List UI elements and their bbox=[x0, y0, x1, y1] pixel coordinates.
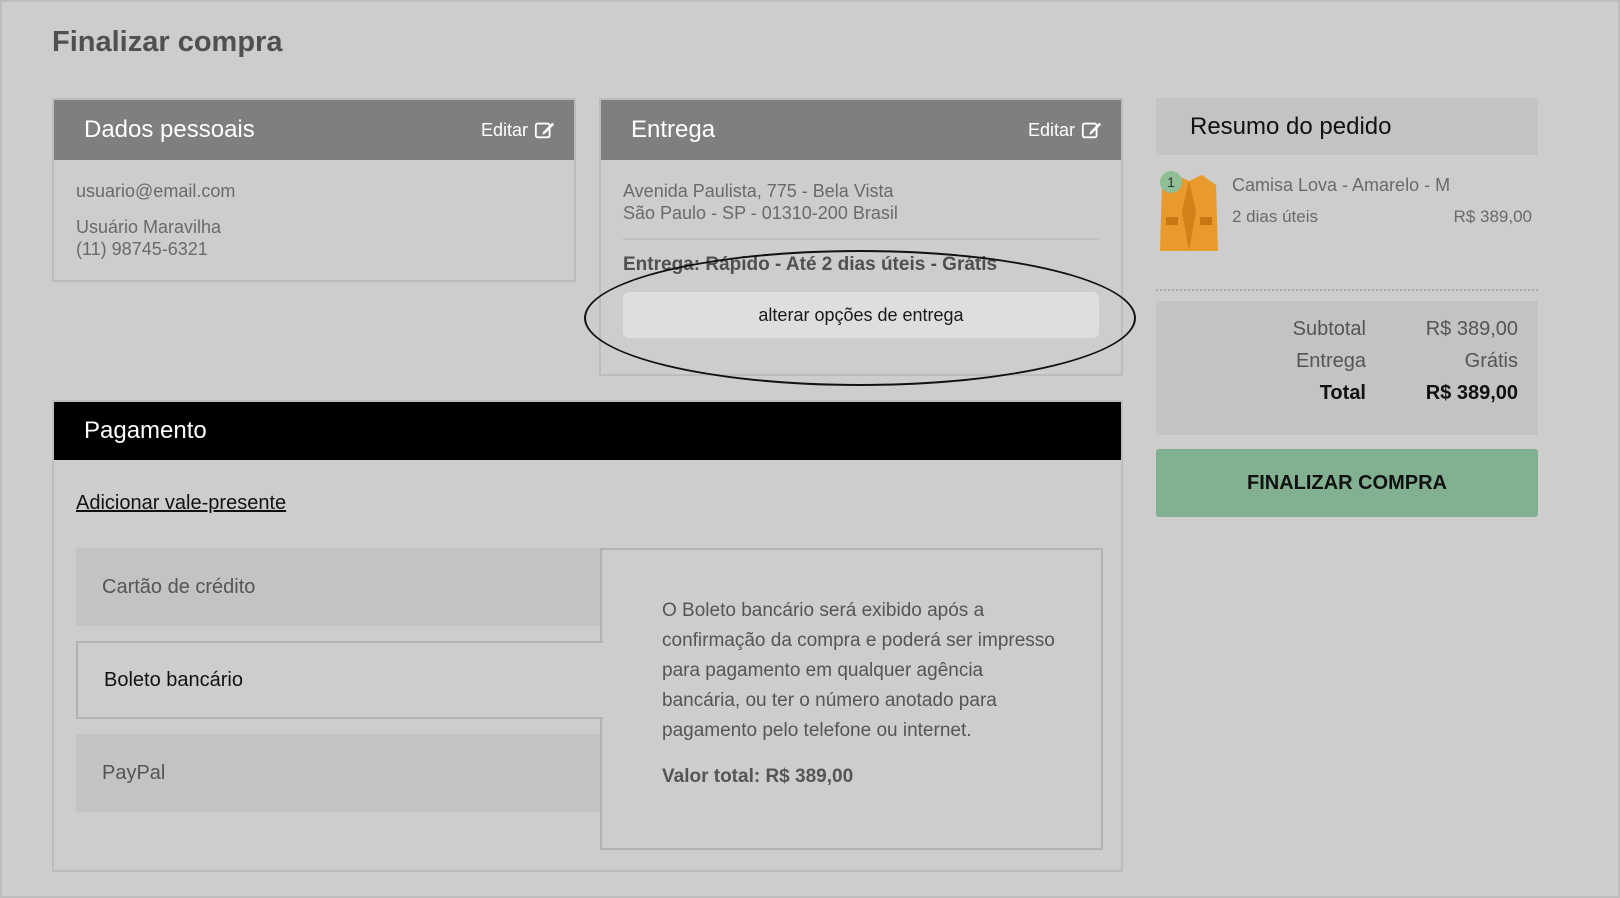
page-title: Finalizar compra bbox=[52, 26, 283, 58]
delivery-divider bbox=[623, 238, 1099, 240]
subtotal-value: R$ 389,00 bbox=[1425, 317, 1518, 340]
delivery-option-text: Entrega: Rápido - Até 2 dias úteis - Grá… bbox=[623, 254, 998, 275]
add-gift-card-link[interactable]: Adicionar vale-presente bbox=[76, 492, 286, 515]
payment-header: Pagamento bbox=[54, 402, 1121, 460]
product-price: R$ 389,00 bbox=[1453, 207, 1532, 226]
payment-title: Pagamento bbox=[84, 417, 207, 444]
payment-methods: Cartão de crédito Boleto bancário PayPal bbox=[76, 548, 603, 827]
cart-item: 1 Camisa Lova - Amarelo - M 2 dias úteis… bbox=[1156, 163, 1538, 291]
personal-data-title: Dados pessoais bbox=[84, 116, 255, 143]
address-line-2: São Paulo - SP - 01310-200 Brasil bbox=[623, 203, 898, 223]
delivery-card: Entrega Editar Avenida Paulista, 775 - B… bbox=[599, 98, 1123, 376]
phone-text: (11) 98745-6321 bbox=[76, 239, 208, 259]
order-summary: Resumo do pedido 1 Camisa Lova - Amarelo… bbox=[1156, 98, 1538, 517]
edit-icon bbox=[534, 122, 555, 139]
payment-card: Pagamento Adicionar vale-presente Cartão… bbox=[52, 400, 1123, 872]
user-name-text: Usuário Maravilha bbox=[76, 217, 222, 237]
order-totals: Subtotal R$ 389,00 Entrega Grátis Total … bbox=[1156, 301, 1538, 435]
payment-total-text: Valor total: R$ 389,00 bbox=[662, 766, 854, 787]
edit-delivery-label: Editar bbox=[1027, 119, 1075, 140]
payment-method-credit-card[interactable]: Cartão de crédito bbox=[76, 548, 600, 626]
edit-personal-button[interactable]: Editar bbox=[481, 119, 556, 141]
delivery-body: Avenida Paulista, 775 - Bela Vista São P… bbox=[601, 160, 1121, 338]
subtotal-row: Subtotal R$ 389,00 bbox=[1156, 313, 1538, 345]
subtotal-label: Subtotal bbox=[1292, 317, 1366, 340]
order-summary-title: Resumo do pedido bbox=[1156, 98, 1538, 155]
change-delivery-options-button[interactable]: alterar opções de entrega bbox=[623, 292, 1099, 338]
total-label: Total bbox=[1319, 381, 1366, 404]
personal-data-header: Dados pessoais Editar bbox=[54, 100, 574, 160]
personal-data-card: Dados pessoais Editar usuario@email.com … bbox=[52, 98, 576, 282]
edit-icon bbox=[1081, 122, 1102, 139]
address-line-1: Avenida Paulista, 775 - Bela Vista bbox=[623, 181, 894, 201]
product-delivery-time: 2 dias úteis bbox=[1232, 207, 1318, 226]
shipping-label: Entrega bbox=[1295, 349, 1366, 372]
finish-purchase-button[interactable]: FINALIZAR COMPRA bbox=[1156, 449, 1538, 517]
payment-method-paypal[interactable]: PayPal bbox=[76, 734, 600, 812]
payment-method-panel: O Boleto bancário será exibido após a co… bbox=[600, 548, 1103, 850]
delivery-header: Entrega Editar bbox=[601, 100, 1121, 160]
product-name: Camisa Lova - Amarelo - M bbox=[1232, 175, 1451, 195]
shipping-value: Grátis bbox=[1464, 349, 1518, 372]
delivery-title: Entrega bbox=[631, 116, 716, 143]
boleto-description: O Boleto bancário será exibido após a co… bbox=[662, 600, 1055, 741]
total-row: Total R$ 389,00 bbox=[1156, 377, 1538, 409]
shipping-row: Entrega Grátis bbox=[1156, 345, 1538, 377]
total-value: R$ 389,00 bbox=[1425, 381, 1518, 404]
personal-data-body: usuario@email.com Usuário Maravilha (11)… bbox=[54, 160, 574, 280]
payment-method-boleto[interactable]: Boleto bancário bbox=[76, 641, 603, 719]
quantity-badge: 1 bbox=[1160, 171, 1182, 193]
email-text: usuario@email.com bbox=[76, 181, 236, 201]
edit-delivery-button[interactable]: Editar bbox=[1028, 119, 1103, 141]
edit-personal-label: Editar bbox=[480, 119, 528, 140]
